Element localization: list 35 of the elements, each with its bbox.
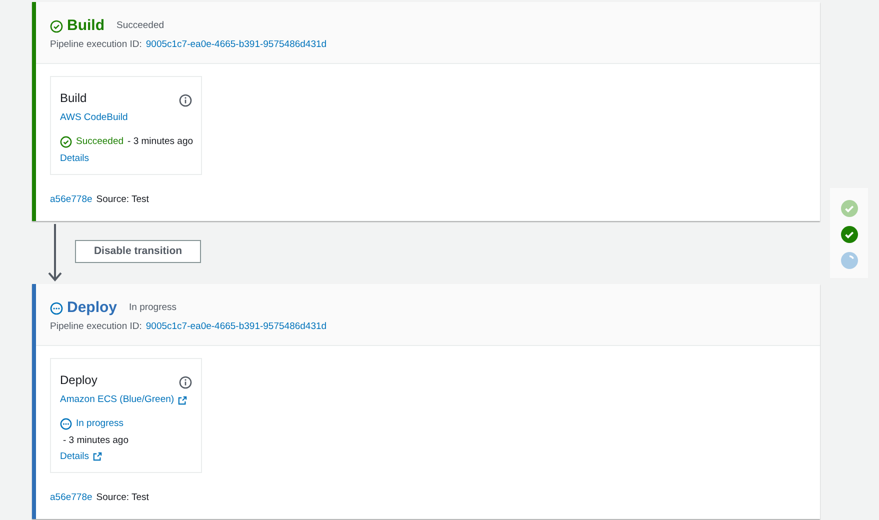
check-circle-icon [50, 20, 63, 32]
stage-title: Deploy [67, 298, 118, 318]
execution-id-link[interactable]: 9005c1c7-ea0e-4665-b391-9575486d431d [146, 38, 327, 52]
external-link-icon [178, 396, 188, 405]
check-dot-icon[interactable] [840, 200, 858, 217]
info-icon[interactable] [179, 376, 192, 388]
action-status: In progress [76, 417, 124, 432]
provider-link[interactable]: AWS CodeBuild [60, 111, 128, 126]
stage-status: In progress [129, 300, 177, 315]
action-name: Deploy [60, 372, 98, 389]
action-time: - 3 minutes ago [63, 434, 130, 448]
execution-id-link[interactable]: 9005c1c7-ea0e-4665-b391-9575486d431d [146, 320, 327, 334]
info-icon[interactable] [179, 94, 192, 106]
disable-transition-button[interactable]: Disable transition [75, 240, 201, 263]
progress-dot-icon[interactable] [840, 252, 858, 269]
source-text: Source: Test [96, 491, 149, 505]
source-text: Source: Test [96, 192, 149, 207]
revision-link[interactable]: a56e778e [50, 192, 92, 207]
execution-label: Pipeline execution ID: [50, 38, 142, 52]
execution-label: Pipeline execution ID: [50, 320, 142, 334]
provider-link[interactable]: Amazon ECS (Blue/Green) [60, 393, 174, 408]
down-arrow-icon [47, 224, 63, 282]
revision-link[interactable]: a56e778e [50, 491, 92, 506]
external-link-icon [93, 452, 102, 462]
ellipsis-circle-icon [60, 418, 72, 430]
details-link[interactable]: Details [60, 152, 90, 166]
action-status: Succeeded [76, 135, 124, 150]
action-time: - 3 minutes ago [128, 135, 194, 150]
stage-title: Build [67, 16, 104, 36]
action-name: Build [60, 90, 87, 107]
ellipsis-circle-icon [50, 302, 63, 314]
check-dot-icon[interactable] [840, 226, 858, 243]
check-circle-icon [60, 136, 72, 148]
stage-status: Succeeded [116, 18, 164, 33]
details-link[interactable]: Details [60, 450, 90, 464]
